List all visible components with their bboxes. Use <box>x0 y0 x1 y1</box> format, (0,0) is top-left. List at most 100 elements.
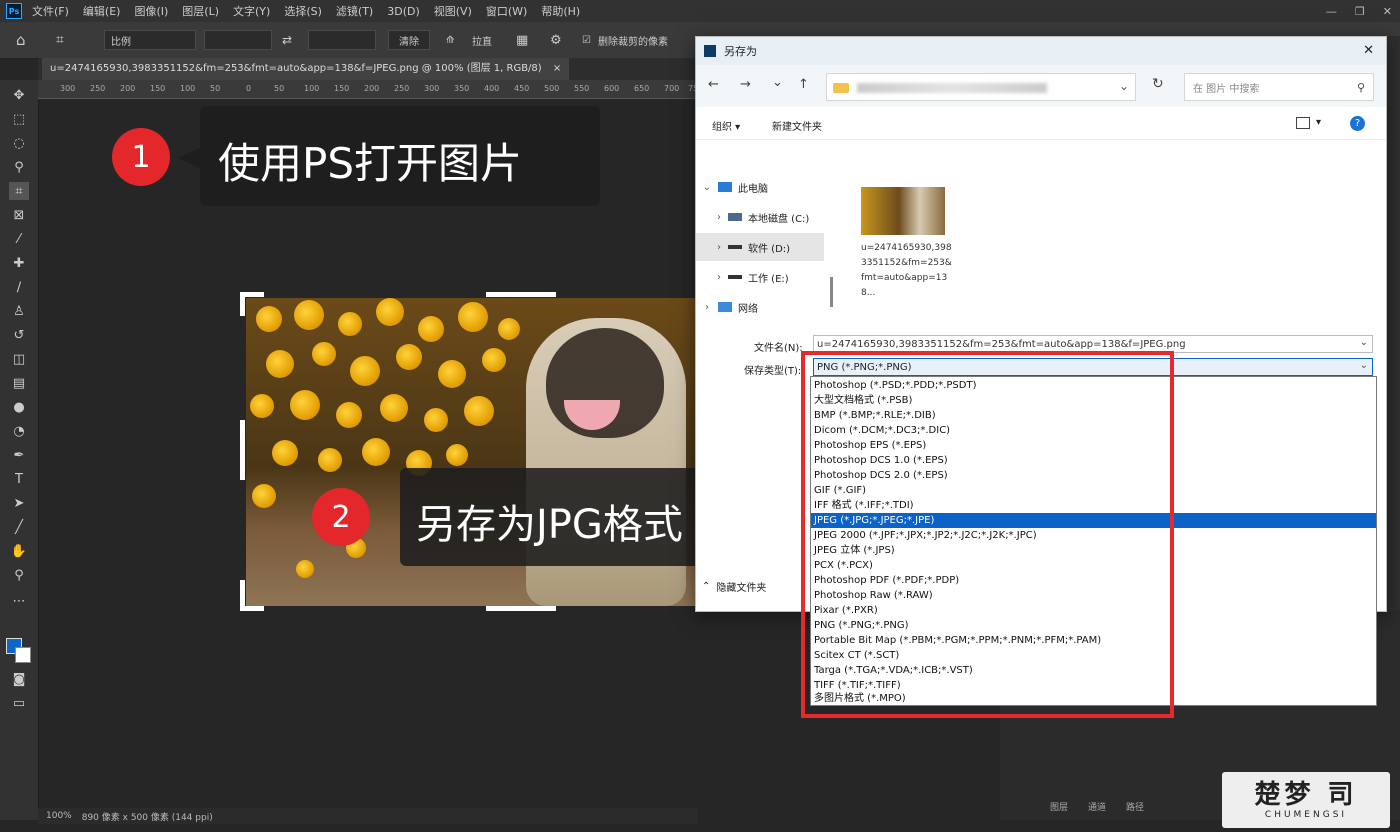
tab-paths[interactable]: 路径 <box>1126 800 1144 813</box>
document-tab-close-icon[interactable]: × <box>553 63 561 74</box>
ruler-tick: 650 <box>634 84 650 93</box>
dodge-tool-icon[interactable]: ◔ <box>9 422 29 440</box>
brush-tool-icon[interactable]: ∕ <box>9 278 29 296</box>
file-name: u=2474165930,3983351152&fm=253&fmt=auto&… <box>861 243 952 298</box>
ruler-tick: 150 <box>150 84 166 93</box>
home-icon[interactable]: ⌂ <box>16 30 26 50</box>
tab-channels[interactable]: 通道 <box>1088 800 1106 813</box>
save-type-dropdown-icon[interactable]: ⌄ <box>1360 360 1368 371</box>
width-field[interactable] <box>204 30 272 50</box>
zoom-tool-icon[interactable]: ⚲ <box>9 566 29 584</box>
quick-mask-icon[interactable]: ◙ <box>9 670 29 688</box>
dialog-close-button[interactable]: ✕ <box>1363 43 1374 58</box>
crop-handle[interactable] <box>240 420 245 480</box>
menu-view[interactable]: 视图(V) <box>434 3 472 19</box>
crop-handle[interactable] <box>486 606 556 611</box>
menu-select[interactable]: 选择(S) <box>284 3 322 19</box>
status-bar: 100% 890 像素 x 500 像素 (144 ppi) <box>38 808 698 824</box>
close-button[interactable]: ✕ <box>1383 5 1392 18</box>
healing-tool-icon[interactable]: ✚ <box>9 254 29 272</box>
swap-icon[interactable]: ⇄ <box>282 30 292 50</box>
more-tools-icon[interactable]: ⋯ <box>9 592 29 610</box>
menu-window[interactable]: 窗口(W) <box>486 3 527 19</box>
eyedropper-tool-icon[interactable]: ⁄ <box>9 230 29 248</box>
menu-edit[interactable]: 编辑(E) <box>83 3 121 19</box>
straighten-label[interactable]: 拉直 <box>472 30 492 50</box>
gradient-tool-icon[interactable]: ▤ <box>9 374 29 392</box>
pen-tool-icon[interactable]: ✒ <box>9 446 29 464</box>
menu-filter[interactable]: 滤镜(T) <box>336 3 373 19</box>
tree-expand-icon[interactable]: › <box>710 272 728 283</box>
type-tool-icon[interactable]: T <box>9 470 29 488</box>
tree-expand-icon[interactable]: ⌄ <box>696 182 718 193</box>
address-dropdown-icon[interactable]: ⌄ <box>1119 79 1129 93</box>
line-tool-icon[interactable]: ╱ <box>9 518 29 536</box>
forward-arrow-icon[interactable]: → <box>740 77 751 92</box>
hide-folders-toggle[interactable]: ⌃ 隐藏文件夹 <box>702 579 766 594</box>
crop-tool-icon[interactable]: ⌗ <box>56 30 64 50</box>
settings-gear-icon[interactable]: ⚙ <box>550 30 562 50</box>
menu-3d[interactable]: 3D(D) <box>387 5 420 18</box>
recent-dropdown-icon[interactable]: ⌄ <box>772 75 783 90</box>
tree-expand-icon[interactable]: › <box>696 302 718 313</box>
screen-mode-icon[interactable]: ▭ <box>9 694 29 712</box>
document-tab[interactable]: u=2474165930,3983351152&fm=253&fmt=auto&… <box>42 58 570 80</box>
straighten-icon[interactable]: ⟰ <box>446 30 454 50</box>
tree-item-drive-d[interactable]: › 软件 (D:) <box>696 233 824 261</box>
frame-tool-icon[interactable]: ⊠ <box>9 206 29 224</box>
menu-layer[interactable]: 图层(L) <box>182 3 219 19</box>
zoom-level[interactable]: 100% <box>46 811 72 821</box>
new-folder-button[interactable]: 新建文件夹 <box>772 118 822 133</box>
overlay-grid-icon[interactable]: ▦ <box>516 30 528 50</box>
history-brush-tool-icon[interactable]: ↺ <box>9 326 29 344</box>
delete-cropped-checkbox[interactable]: ☑ <box>582 30 591 50</box>
organize-button[interactable]: 组织 ▾ <box>712 118 740 133</box>
menu-file[interactable]: 文件(F) <box>32 3 69 19</box>
help-icon[interactable]: ? <box>1350 116 1365 131</box>
minimize-button[interactable]: — <box>1326 5 1337 18</box>
crop-tool-icon[interactable]: ⌗ <box>9 182 29 200</box>
file-item[interactable]: u=2474165930,3983351152&fm=253&fmt=auto&… <box>861 187 971 301</box>
crop-handle[interactable] <box>240 580 245 610</box>
ratio-select[interactable]: 比例 <box>104 30 196 50</box>
tree-expand-icon[interactable]: › <box>710 242 728 253</box>
tree-item-network[interactable]: › 网络 <box>696 293 826 321</box>
step-badge-2: 2 <box>312 488 370 546</box>
callout-1-text: 使用PS打开图片 <box>218 139 522 188</box>
path-select-tool-icon[interactable]: ➤ <box>9 494 29 512</box>
height-field[interactable] <box>308 30 376 50</box>
menu-type[interactable]: 文字(Y) <box>233 3 270 19</box>
address-bar[interactable]: ⌄ <box>826 73 1136 101</box>
eraser-tool-icon[interactable]: ◫ <box>9 350 29 368</box>
clear-button[interactable]: 清除 <box>388 30 430 50</box>
tree-expand-icon[interactable]: › <box>710 212 728 223</box>
view-dropdown-icon[interactable]: ▾ <box>1316 117 1321 128</box>
blur-tool-icon[interactable]: ● <box>9 398 29 416</box>
background-color-swatch[interactable] <box>15 647 31 663</box>
nav-scrollbar[interactable] <box>830 277 833 307</box>
tree-item-drive-c[interactable]: › 本地磁盘 (C:) <box>696 203 840 231</box>
chevron-up-icon: ⌃ <box>702 581 711 592</box>
search-input[interactable]: 在 图片 中搜索 ⚲ <box>1184 73 1374 101</box>
crop-handle[interactable] <box>486 292 556 297</box>
tab-layers[interactable]: 图层 <box>1050 800 1068 813</box>
quick-select-tool-icon[interactable]: ⚲ <box>9 158 29 176</box>
move-tool-icon[interactable]: ✥ <box>9 86 29 104</box>
refresh-icon[interactable]: ↻ <box>1152 76 1164 92</box>
tree-item-this-pc[interactable]: ⌄ 此电脑 <box>696 173 826 201</box>
maximize-button[interactable]: ❐ <box>1355 5 1365 18</box>
lasso-tool-icon[interactable]: ◌ <box>9 134 29 152</box>
back-arrow-icon[interactable]: ← <box>708 77 719 92</box>
up-arrow-icon[interactable]: ↑ <box>798 77 809 92</box>
tree-item-drive-e[interactable]: › 工作 (E:) <box>696 263 840 291</box>
filename-dropdown-icon[interactable]: ⌄ <box>1360 337 1368 348</box>
ruler-tick: 200 <box>120 84 136 93</box>
hand-tool-icon[interactable]: ✋ <box>9 542 29 560</box>
stamp-tool-icon[interactable]: ♙ <box>9 302 29 320</box>
menu-help[interactable]: 帮助(H) <box>541 3 580 19</box>
view-mode-icon[interactable] <box>1296 117 1310 129</box>
crop-handle[interactable] <box>240 292 245 316</box>
marquee-tool-icon[interactable]: ⬚ <box>9 110 29 128</box>
menu-image[interactable]: 图像(I) <box>134 3 168 19</box>
step-badge-1: 1 <box>112 128 170 186</box>
